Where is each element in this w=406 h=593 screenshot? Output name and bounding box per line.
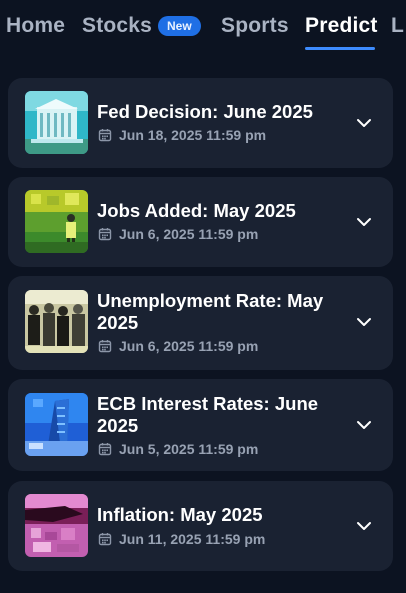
worker-icon <box>25 190 88 253</box>
market-title: Unemployment Rate: May 2025 <box>97 290 324 333</box>
market-title: Fed Decision: June 2025 <box>97 101 313 122</box>
market-title: Jobs Added: May 2025 <box>97 200 296 221</box>
market-date-row: Jun 11, 2025 11:59 pm <box>98 530 265 548</box>
market-card-unemployment-rate[interactable]: Unemployment Rate: May 2025 Jun 6, 2025 … <box>8 276 393 370</box>
market-date: Jun 6, 2025 11:59 pm <box>119 338 259 354</box>
market-date-row: Jun 5, 2025 11:59 pm <box>98 440 258 458</box>
market-card-ecb-interest-rates[interactable]: ECB Interest Rates: June 2025 Jun 5, 202… <box>8 379 393 471</box>
market-title: Inflation: May 2025 <box>97 504 263 525</box>
ecb-tower-icon <box>25 393 88 456</box>
market-card-inflation[interactable]: Inflation: May 2025 Jun 11, 2025 11:59 p… <box>8 481 393 571</box>
market-date: Jun 6, 2025 11:59 pm <box>119 226 259 242</box>
calendar-icon <box>98 129 112 142</box>
tab-sports[interactable]: Sports <box>221 14 289 38</box>
calendar-icon <box>98 340 112 353</box>
chevron-down-icon[interactable] <box>355 313 373 331</box>
active-tab-indicator <box>305 47 375 50</box>
market-date-row: Jun 6, 2025 11:59 pm <box>98 337 258 355</box>
market-card-jobs-added[interactable]: Jobs Added: May 2025 Jun 6, 2025 11:59 p… <box>8 177 393 267</box>
market-title: ECB Interest Rates: June 2025 <box>97 393 319 436</box>
inflation-icon <box>25 494 88 557</box>
new-badge: New <box>158 16 201 36</box>
tab-stocks[interactable]: Stocks <box>82 14 152 38</box>
tab-home[interactable]: Home <box>6 14 65 38</box>
calendar-icon <box>98 228 112 241</box>
federal-reserve-building-icon <box>25 91 88 154</box>
calendar-icon <box>98 533 112 546</box>
market-date: Jun 5, 2025 11:59 pm <box>119 441 259 457</box>
top-nav: Home Stocks New Sports Predict L <box>0 0 406 56</box>
tab-partial[interactable]: L <box>391 14 404 38</box>
calendar-icon <box>98 443 112 456</box>
predict-page: Home Stocks New Sports Predict L Fed Dec… <box>0 0 406 593</box>
chevron-down-icon[interactable] <box>355 416 373 434</box>
chevron-down-icon[interactable] <box>355 114 373 132</box>
market-card-fed-decision[interactable]: Fed Decision: June 2025 Jun 18, 2025 11:… <box>8 78 393 168</box>
crowd-icon <box>25 290 88 353</box>
market-date: Jun 18, 2025 11:59 pm <box>119 127 267 143</box>
chevron-down-icon[interactable] <box>355 213 373 231</box>
market-date: Jun 11, 2025 11:59 pm <box>119 531 266 547</box>
chevron-down-icon[interactable] <box>355 517 373 535</box>
market-date-row: Jun 18, 2025 11:59 pm <box>98 126 266 144</box>
tab-predict[interactable]: Predict <box>305 14 378 38</box>
market-date-row: Jun 6, 2025 11:59 pm <box>98 225 258 243</box>
